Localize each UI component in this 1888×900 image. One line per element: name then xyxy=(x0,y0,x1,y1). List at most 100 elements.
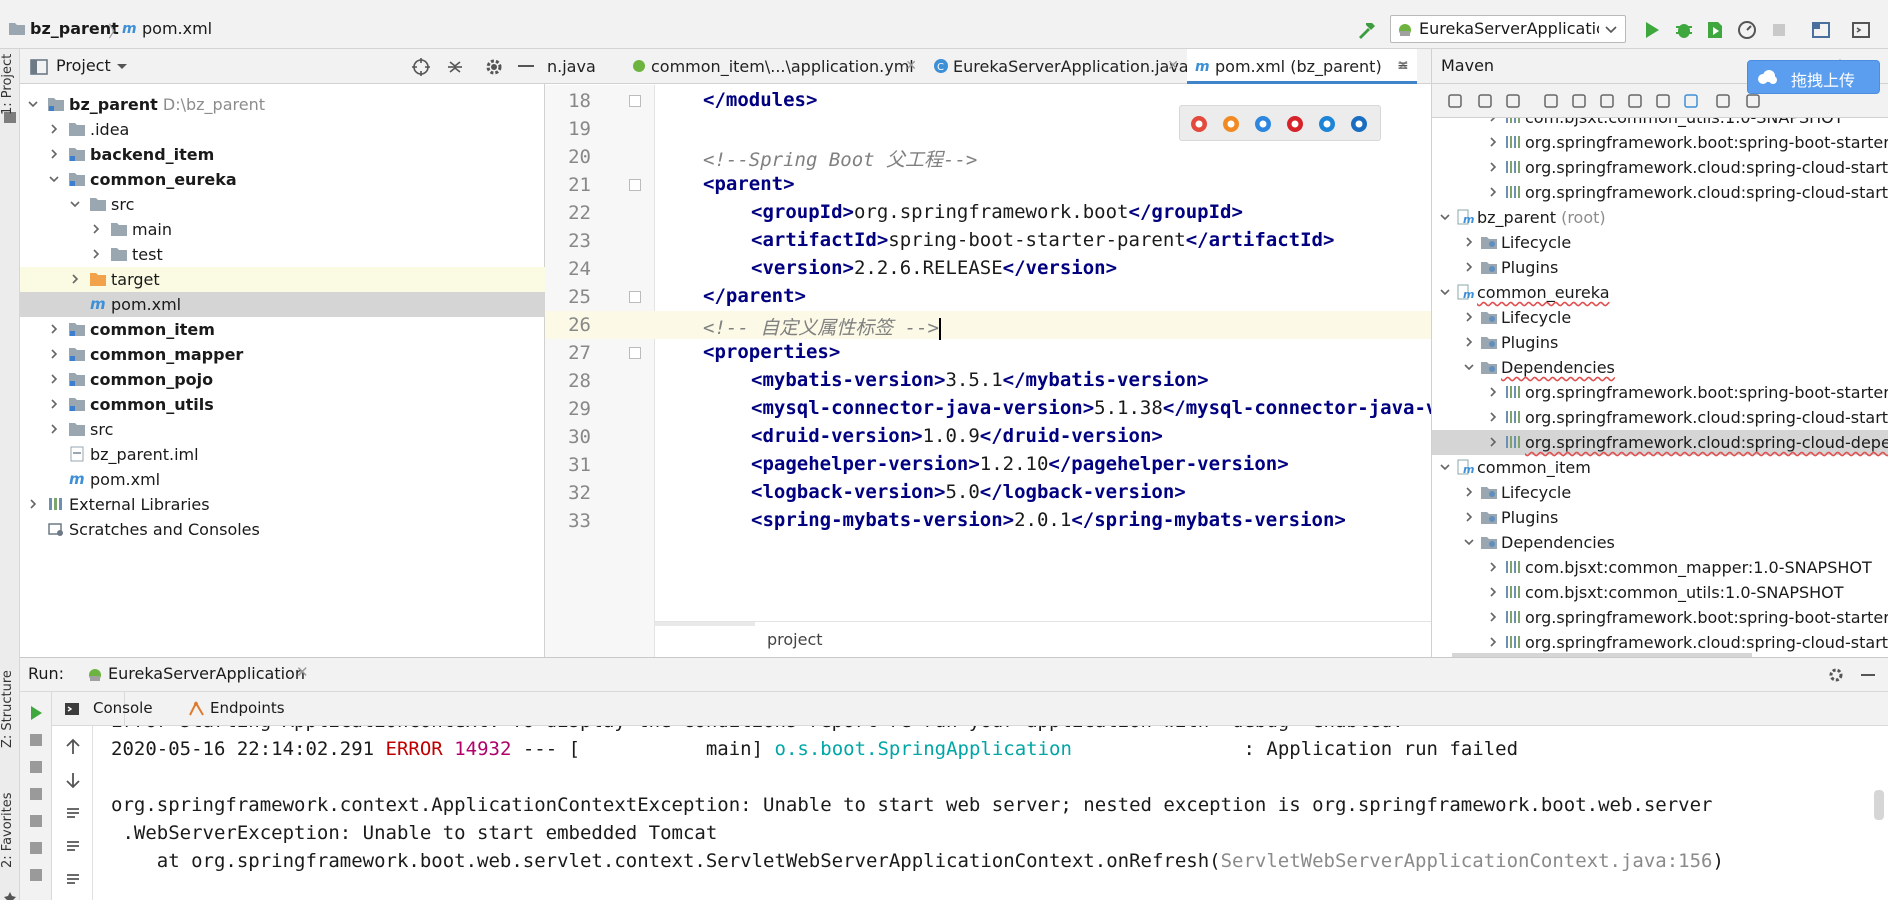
soft-wrap-icon[interactable] xyxy=(64,804,82,822)
tree-row-10[interactable]: common_mapper xyxy=(20,342,545,367)
show-diagram-icon[interactable] xyxy=(1682,92,1700,110)
collapse-arrow-icon[interactable] xyxy=(1488,587,1498,597)
build-hammer-icon[interactable] xyxy=(1356,19,1378,41)
collapse-arrow-icon[interactable] xyxy=(1488,562,1498,572)
collapse-arrow-icon[interactable] xyxy=(28,499,38,509)
editor-tab-3[interactable]: m pom.xml (bz_parent) ✕ xyxy=(1187,49,1417,84)
console-output[interactable]: Error starting ApplicationContext. To di… xyxy=(52,726,1888,900)
run-maven-icon[interactable] xyxy=(1570,92,1588,110)
maven-row-14[interactable]: m common_item xyxy=(1432,455,1888,480)
close-tab-icon[interactable]: ✕ xyxy=(905,49,917,84)
ie-icon[interactable] xyxy=(1318,115,1336,133)
endpoints-tab[interactable]: Endpoints xyxy=(210,699,285,717)
add-maven-project-icon[interactable] xyxy=(1542,92,1560,110)
pin-icon[interactable] xyxy=(27,839,45,857)
collapse-arrow-icon[interactable] xyxy=(1488,387,1498,397)
collapse-all-icon[interactable] xyxy=(1714,92,1732,110)
collapse-arrow-icon[interactable] xyxy=(49,399,59,409)
layout-icon[interactable] xyxy=(27,866,45,884)
collapse-arrow-icon[interactable] xyxy=(1488,437,1498,447)
tree-row-17[interactable]: Scratches and Consoles xyxy=(20,517,545,542)
maven-row-4[interactable]: m bz_parent (root) xyxy=(1432,205,1888,230)
maven-row-10[interactable]: Dependencies xyxy=(1432,355,1888,380)
project-tool-button[interactable]: 1: Project xyxy=(0,49,20,119)
maven-row-17[interactable]: Dependencies xyxy=(1432,530,1888,555)
settings-up-icon[interactable] xyxy=(1744,92,1762,110)
maven-row-11[interactable]: org.springframework.boot:spring-boot-sta… xyxy=(1432,380,1888,405)
tree-row-6[interactable]: test xyxy=(20,242,545,267)
xml-breadcrumb[interactable]: project xyxy=(767,630,823,649)
maven-row-21[interactable]: org.springframework.cloud:spring-cloud-s… xyxy=(1432,630,1888,655)
expand-arrow-icon[interactable] xyxy=(1440,212,1450,222)
tree-row-2[interactable]: backend_item xyxy=(20,142,545,167)
reimport-icon[interactable] xyxy=(1476,92,1494,110)
scroll-down-icon[interactable] xyxy=(64,771,82,789)
toggle-offline-icon[interactable] xyxy=(1626,92,1644,110)
expand-arrow-icon[interactable] xyxy=(1440,287,1450,297)
collapse-arrow-icon[interactable] xyxy=(49,349,59,359)
maven-row-8[interactable]: Lifecycle xyxy=(1432,305,1888,330)
expand-arrow-icon[interactable] xyxy=(1440,462,1450,472)
run-icon[interactable] xyxy=(1641,19,1663,41)
tree-row-14[interactable]: bz_parent.iml xyxy=(20,442,545,467)
maven-row-7[interactable]: m common_eureka xyxy=(1432,280,1888,305)
horizontal-scrollbar[interactable] xyxy=(655,622,755,626)
collapse-arrow-icon[interactable] xyxy=(1464,262,1474,272)
console-tab[interactable]: Console xyxy=(93,699,153,717)
project-structure-icon[interactable] xyxy=(1810,19,1832,41)
tree-row-0[interactable]: bz_parent D:\bz_parent xyxy=(20,92,545,117)
maven-row-2[interactable]: org.springframework.cloud:spring-cloud-s… xyxy=(1432,155,1888,180)
edge-icon[interactable] xyxy=(1350,115,1368,133)
maven-row-19[interactable]: com.bjsxt:common_utils:1.0-SNAPSHOT xyxy=(1432,580,1888,605)
project-panel-title[interactable]: Project xyxy=(56,56,111,75)
rerun-icon[interactable] xyxy=(27,704,45,722)
collapse-all-icon[interactable] xyxy=(445,57,465,77)
expand-arrow-icon[interactable] xyxy=(1464,362,1474,372)
collapse-arrow-icon[interactable] xyxy=(1464,487,1474,497)
breadcrumb-project[interactable]: bz_parent xyxy=(30,19,119,38)
camera-icon[interactable] xyxy=(27,758,45,776)
collapse-arrow-icon[interactable] xyxy=(49,324,59,334)
stop-icon[interactable] xyxy=(1768,19,1790,41)
maven-row-1[interactable]: org.springframework.boot:spring-boot-sta… xyxy=(1432,130,1888,155)
tab-list-overflow-icon[interactable]: ≡ xyxy=(1397,49,1409,84)
editor-tab-0[interactable]: n.java xyxy=(545,49,623,84)
minimize-icon[interactable] xyxy=(1861,674,1875,676)
skip-tests-icon[interactable] xyxy=(1654,92,1672,110)
collapse-arrow-icon[interactable] xyxy=(49,424,59,434)
exit-icon[interactable] xyxy=(27,812,45,830)
tree-row-9[interactable]: common_item xyxy=(20,317,545,342)
collapse-arrow-icon[interactable] xyxy=(49,149,59,159)
maven-row-9[interactable]: Plugins xyxy=(1432,330,1888,355)
collapse-arrow-icon[interactable] xyxy=(1488,412,1498,422)
debug-icon[interactable] xyxy=(1673,19,1695,41)
expand-arrow-icon[interactable] xyxy=(49,174,59,184)
tree-row-11[interactable]: common_pojo xyxy=(20,367,545,392)
structure-tool-button[interactable]: Z: Structure xyxy=(0,654,20,764)
run-with-coverage-icon[interactable] xyxy=(1704,19,1726,41)
console-scrollbar[interactable] xyxy=(1874,790,1884,820)
download-sources-icon[interactable] xyxy=(1504,92,1522,110)
tree-row-16[interactable]: External Libraries xyxy=(20,492,545,517)
drag-upload-float-button[interactable]: 拖拽上传 xyxy=(1747,60,1880,94)
favorites-tool-button[interactable]: 2: Favorites xyxy=(0,775,20,885)
refresh-icon[interactable] xyxy=(1446,92,1464,110)
editor-tab-1[interactable]: common_item\...\application.yml ✕ xyxy=(623,49,925,84)
maven-row-15[interactable]: Lifecycle xyxy=(1432,480,1888,505)
maven-row-5[interactable]: Lifecycle xyxy=(1432,230,1888,255)
tree-row-8[interactable]: m pom.xml xyxy=(20,292,545,317)
collapse-arrow-icon[interactable] xyxy=(1488,137,1498,147)
gear-icon[interactable] xyxy=(484,57,504,77)
expand-arrow-icon[interactable] xyxy=(28,99,38,109)
close-tab-icon[interactable]: ✕ xyxy=(296,663,309,681)
tree-row-1[interactable]: .idea xyxy=(20,117,545,142)
tree-row-15[interactable]: m pom.xml xyxy=(20,467,545,492)
minimize-icon[interactable] xyxy=(518,65,534,67)
scroll-up-icon[interactable] xyxy=(64,738,82,756)
tree-row-3[interactable]: common_eureka xyxy=(20,167,545,192)
collapse-arrow-icon[interactable] xyxy=(1488,612,1498,622)
tree-row-5[interactable]: main xyxy=(20,217,545,242)
maven-row-18[interactable]: com.bjsxt:common_mapper:1.0-SNAPSHOT xyxy=(1432,555,1888,580)
collapse-arrow-icon[interactable] xyxy=(1464,337,1474,347)
maven-row-16[interactable]: Plugins xyxy=(1432,505,1888,530)
